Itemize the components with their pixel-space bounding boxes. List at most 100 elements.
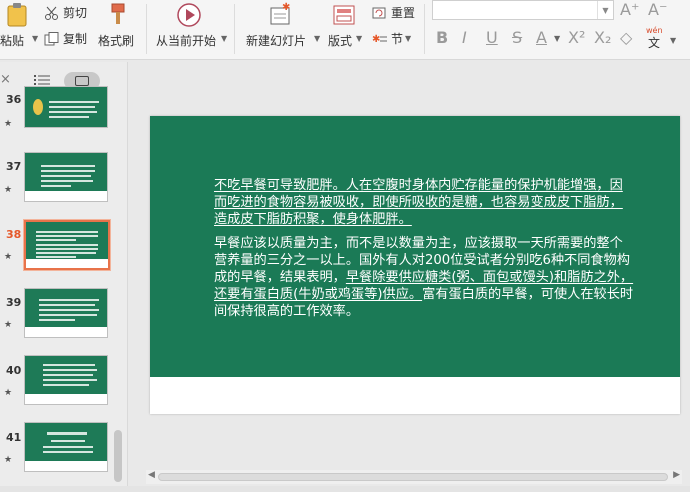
- thumbnail-text-line: [43, 379, 97, 381]
- thumbnail-panel-scrollbar[interactable]: [114, 430, 122, 482]
- slide-thumbnail-39[interactable]: [24, 288, 108, 338]
- bold-icon[interactable]: B: [436, 28, 448, 47]
- format-painter-button[interactable]: 格式刷: [96, 0, 140, 56]
- thumbnail-text-line: [43, 364, 95, 366]
- underline-icon[interactable]: U: [486, 28, 498, 47]
- thumbnail-text-line: [36, 252, 96, 254]
- slide-number-active: 38: [6, 228, 22, 241]
- outline-view-icon[interactable]: [34, 74, 50, 86]
- thumbnail-text-line: [43, 374, 93, 376]
- thumbnail-text-line: [49, 101, 99, 103]
- play-from-current-button[interactable]: 从当前开始 ▼: [152, 0, 228, 56]
- thumbnail-text-line: [41, 165, 95, 167]
- status-bar: [0, 486, 690, 492]
- slides-view-icon: [75, 76, 89, 86]
- animation-star-icon: ★: [4, 388, 13, 398]
- new-slide-dropdown-caret[interactable]: ▼: [314, 34, 320, 43]
- thumbnail-text-line: [43, 384, 89, 386]
- thumbnail-text-line: [36, 235, 98, 237]
- animation-star-icon: ★: [4, 185, 13, 195]
- decrease-font-size-icon[interactable]: A⁻: [648, 0, 667, 19]
- slide-text-box[interactable]: 不吃早餐可导致肥胖。人在空腹时身体内贮存能量的保护机能增强，因而吃进的食物容易被…: [214, 178, 634, 328]
- phonetic-guide-button[interactable]: wén 文: [646, 26, 670, 50]
- reset-label: 重置: [391, 6, 416, 20]
- font-name-dropdown-caret[interactable]: ▼: [597, 1, 613, 19]
- font-color-icon[interactable]: A: [536, 28, 547, 47]
- font-color-dropdown-caret[interactable]: ▼: [554, 34, 560, 43]
- format-painter-label: 格式刷: [98, 34, 135, 48]
- format-painter-icon: [111, 3, 125, 24]
- scissors-icon: [45, 6, 58, 20]
- phonetic-char: 文: [648, 36, 661, 50]
- phonetic-dropdown-caret[interactable]: ▼: [670, 36, 676, 45]
- section-button[interactable]: ✱ 节 ▼: [372, 30, 411, 47]
- play-dropdown-caret[interactable]: ▼: [221, 34, 227, 43]
- slide-thumbnail-41[interactable]: [24, 422, 108, 472]
- slide-number: 39: [6, 296, 22, 309]
- paste-dropdown-caret[interactable]: ▼: [32, 34, 38, 43]
- slide-editing-canvas[interactable]: 不吃早餐可导致肥胖。人在空腹时身体内贮存能量的保护机能增强，因而吃进的食物容易被…: [150, 116, 680, 414]
- reset-button[interactable]: 重置: [372, 4, 415, 21]
- clear-format-icon[interactable]: ◇: [620, 28, 632, 47]
- thumbnail-text-line: [41, 170, 95, 172]
- new-slide-button[interactable]: ✱ 新建幻灯片 ▼: [240, 0, 320, 56]
- section-dropdown-caret[interactable]: ▼: [405, 34, 411, 43]
- cut-button[interactable]: 剪切: [44, 4, 87, 21]
- new-slide-label: 新建幻灯片: [246, 34, 307, 48]
- layout-label: 版式: [328, 34, 353, 48]
- slide-thumbnail-40[interactable]: [24, 355, 108, 405]
- slide-number: 41: [6, 431, 22, 444]
- thumbnail-text-line: [41, 185, 71, 187]
- subscript-icon[interactable]: X₂: [594, 28, 611, 47]
- thumbnail-text-line: [41, 175, 91, 177]
- thumbnail-footer-band: [25, 327, 107, 337]
- play-from-current-label: 从当前开始: [156, 34, 217, 48]
- slide-paragraph-1: 不吃早餐可导致肥胖。人在空腹时身体内贮存能量的保护机能增强，因而吃进的食物容易被…: [214, 178, 634, 228]
- slide-thumbnail-38-selected[interactable]: [23, 219, 111, 271]
- paste-button[interactable]: 粘贴 ▼: [0, 0, 38, 56]
- section-icon: ✱: [372, 34, 387, 45]
- increase-font-size-icon[interactable]: A⁺: [620, 0, 639, 19]
- scroll-left-icon[interactable]: ◀: [148, 470, 155, 480]
- copy-label: 复制: [63, 32, 88, 46]
- slide-number: 37: [6, 160, 22, 173]
- thumbnail-text-line: [43, 446, 93, 448]
- ribbon-separator: [234, 4, 235, 54]
- thumbnail-text-line: [39, 299, 99, 301]
- svg-text:✱: ✱: [282, 2, 290, 13]
- thumbnail-bulb-shape: [33, 99, 43, 115]
- superscript-icon[interactable]: X²: [568, 28, 585, 47]
- scroll-right-icon[interactable]: ▶: [673, 470, 680, 480]
- scroll-thumb[interactable]: [158, 473, 668, 481]
- thumbnail-text-line: [41, 180, 93, 182]
- thumbnail-text-line: [36, 256, 76, 258]
- ribbon-separator: [146, 4, 147, 54]
- thumbnail-footer-band: [25, 394, 107, 404]
- thumbnail-text-line: [39, 319, 75, 321]
- animation-star-icon: ★: [4, 252, 13, 262]
- italic-icon[interactable]: I: [462, 28, 467, 47]
- thumbnail-text-line: [49, 116, 89, 118]
- layout-dropdown-caret[interactable]: ▼: [356, 34, 362, 43]
- thumbnail-text-line: [39, 314, 97, 316]
- font-name-select[interactable]: ▼: [432, 0, 614, 20]
- reset-icon: [372, 7, 386, 18]
- slide-thumbnail-36[interactable]: [24, 86, 108, 128]
- close-panel-icon[interactable]: ×: [0, 72, 11, 87]
- thumbnail-text-line: [36, 248, 98, 250]
- thumbnail-text-line: [49, 111, 97, 113]
- slide-number: 36: [6, 93, 22, 106]
- slide-thumbnail-37[interactable]: [24, 152, 108, 202]
- editor-horizontal-scrollbar[interactable]: ◀ ▶: [146, 470, 682, 484]
- copy-button[interactable]: 复制: [44, 30, 87, 47]
- thumbnail-text-line: [36, 244, 98, 246]
- layout-button[interactable]: 版式 ▼: [324, 0, 364, 56]
- new-slide-icon: ✱: [270, 2, 290, 25]
- strikethrough-icon[interactable]: S: [512, 28, 522, 47]
- thumbnail-text-line: [49, 106, 95, 108]
- paste-label: 粘贴: [0, 34, 25, 48]
- layout-icon: [333, 5, 355, 25]
- copy-icon: [44, 31, 59, 45]
- thumbnail-footer-band: [25, 461, 107, 471]
- thumbnail-text-line: [43, 369, 97, 371]
